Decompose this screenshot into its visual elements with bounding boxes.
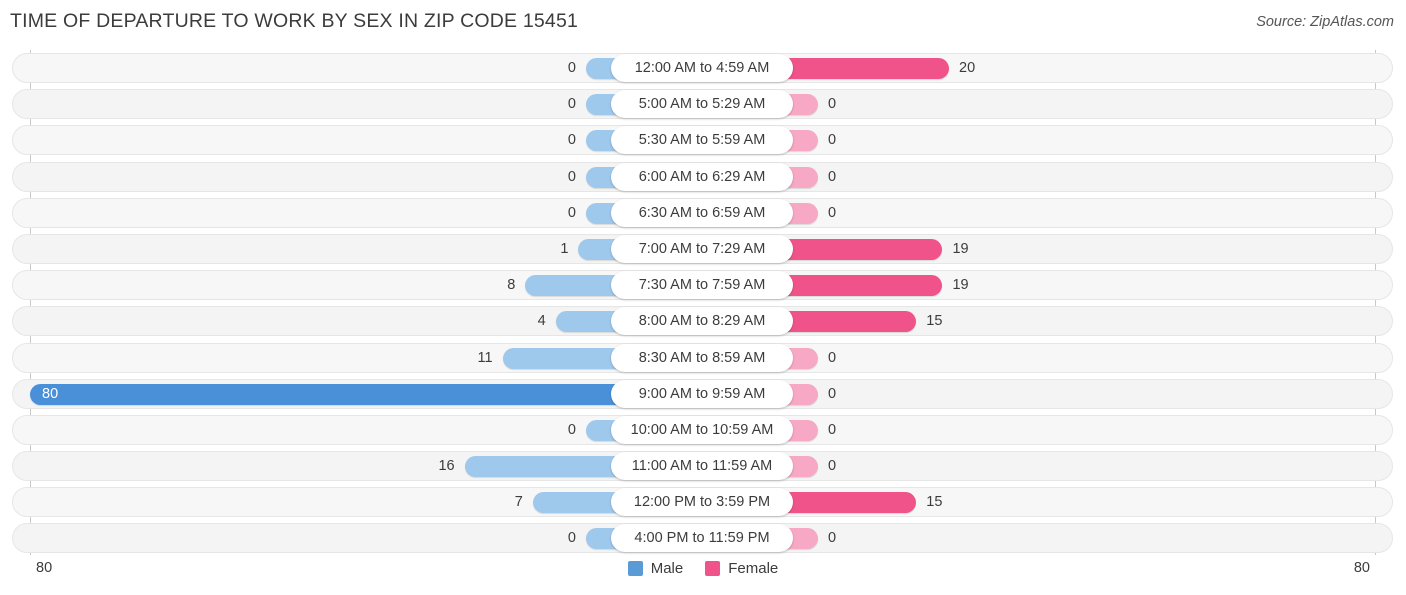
category-label: 6:00 AM to 6:29 AM bbox=[611, 162, 793, 191]
bar-rows: 0 20 12:00 AM to 4:59 AM 0 0 5:00 AM to 5:29 … bbox=[0, 50, 1406, 557]
male-value-label: 0 bbox=[567, 204, 576, 221]
male-value-label: 0 bbox=[567, 132, 576, 149]
legend: Male Female bbox=[0, 560, 1406, 577]
category-label: 4:00 PM to 11:59 PM bbox=[611, 524, 793, 553]
bar-row: 80 0 9:00 AM to 9:59 AM bbox=[0, 376, 1406, 412]
category-label: 12:00 PM to 3:59 PM bbox=[611, 488, 793, 517]
bar-row: 11 0 8:30 AM to 8:59 AM bbox=[0, 340, 1406, 376]
female-value-label: 20 bbox=[959, 60, 976, 76]
female-value-label: 0 bbox=[828, 168, 837, 185]
bar-row: 0 0 6:30 AM to 6:59 AM bbox=[0, 195, 1406, 231]
category-label: 5:30 AM to 5:59 AM bbox=[611, 126, 793, 155]
legend-item-female[interactable]: Female bbox=[705, 560, 778, 577]
source-attribution: Source: ZipAtlas.com bbox=[1256, 14, 1394, 30]
bar-row: 0 0 5:00 AM to 5:29 AM bbox=[0, 86, 1406, 122]
female-value-label: 0 bbox=[828, 96, 837, 113]
bar-row: 7 15 12:00 PM to 3:59 PM bbox=[0, 484, 1406, 520]
male-value-label: 16 bbox=[438, 458, 455, 475]
category-label: 11:00 AM to 11:59 AM bbox=[611, 452, 793, 481]
page-title: TIME OF DEPARTURE TO WORK BY SEX IN ZIP … bbox=[10, 10, 579, 32]
male-value-label: 1 bbox=[560, 240, 569, 257]
legend-label-female: Female bbox=[728, 560, 779, 577]
male-bar[interactable] bbox=[30, 383, 651, 405]
bar-row: 1 19 7:00 AM to 7:29 AM bbox=[0, 231, 1406, 267]
category-label: 7:30 AM to 7:59 AM bbox=[611, 271, 793, 300]
legend-label-male: Male bbox=[650, 560, 684, 577]
category-label: 8:30 AM to 8:59 AM bbox=[611, 343, 793, 372]
bar-row: 0 0 6:00 AM to 6:29 AM bbox=[0, 159, 1406, 195]
female-value-label: 0 bbox=[828, 349, 837, 366]
female-value-label: 0 bbox=[828, 421, 837, 438]
bar-row: 0 20 12:00 AM to 4:59 AM bbox=[0, 50, 1406, 86]
female-value-label: 0 bbox=[828, 530, 837, 547]
male-value-label: 0 bbox=[567, 421, 576, 438]
legend-item-male[interactable]: Male bbox=[627, 560, 684, 577]
female-value-label: 0 bbox=[828, 204, 837, 221]
chart-page: TIME OF DEPARTURE TO WORK BY SEX IN ZIP … bbox=[0, 0, 1406, 595]
bar-row: 0 0 10:00 AM to 10:59 AM bbox=[0, 412, 1406, 448]
male-value-label: 0 bbox=[567, 96, 576, 113]
male-value-label: 7 bbox=[514, 494, 523, 511]
category-label: 6:30 AM to 6:59 AM bbox=[611, 198, 793, 227]
category-label: 9:00 AM to 9:59 AM bbox=[611, 379, 793, 408]
female-value-label: 0 bbox=[828, 385, 837, 402]
male-value-label: 0 bbox=[567, 168, 576, 185]
category-label: 10:00 AM to 10:59 AM bbox=[611, 415, 793, 444]
male-value-label: 4 bbox=[537, 313, 546, 330]
female-value-label: 0 bbox=[828, 458, 837, 475]
category-label: 7:00 AM to 7:29 AM bbox=[611, 234, 793, 263]
female-value-label: 15 bbox=[926, 313, 943, 330]
bar-row: 0 0 4:00 PM to 11:59 PM bbox=[0, 520, 1406, 556]
category-label: 12:00 AM to 4:59 AM bbox=[611, 54, 793, 82]
chart-header: TIME OF DEPARTURE TO WORK BY SEX IN ZIP … bbox=[0, 0, 1406, 46]
male-value-label: 80 bbox=[42, 385, 59, 402]
male-value-label: 0 bbox=[567, 60, 576, 76]
plot-area: 0 20 12:00 AM to 4:59 AM 0 0 5:00 AM to 5:29 … bbox=[0, 50, 1406, 555]
category-label: 8:00 AM to 8:29 AM bbox=[611, 307, 793, 336]
bar-row: 8 19 7:30 AM to 7:59 AM bbox=[0, 267, 1406, 303]
legend-swatch-male-icon bbox=[627, 561, 643, 576]
female-value-label: 19 bbox=[952, 240, 969, 257]
male-value-label: 8 bbox=[507, 277, 516, 294]
legend-swatch-female-icon bbox=[705, 561, 721, 576]
male-value-label: 11 bbox=[477, 349, 493, 366]
chart-footer: 80 80 Male Female bbox=[0, 556, 1406, 595]
female-value-label: 15 bbox=[926, 494, 943, 511]
category-label: 5:00 AM to 5:29 AM bbox=[611, 90, 793, 119]
bar-row: 4 15 8:00 AM to 8:29 AM bbox=[0, 303, 1406, 339]
bar-row: 16 0 11:00 AM to 11:59 AM bbox=[0, 448, 1406, 484]
male-value-label: 0 bbox=[567, 530, 576, 547]
female-value-label: 0 bbox=[828, 132, 837, 149]
female-value-label: 19 bbox=[952, 277, 969, 294]
bar-row: 0 0 5:30 AM to 5:59 AM bbox=[0, 122, 1406, 158]
